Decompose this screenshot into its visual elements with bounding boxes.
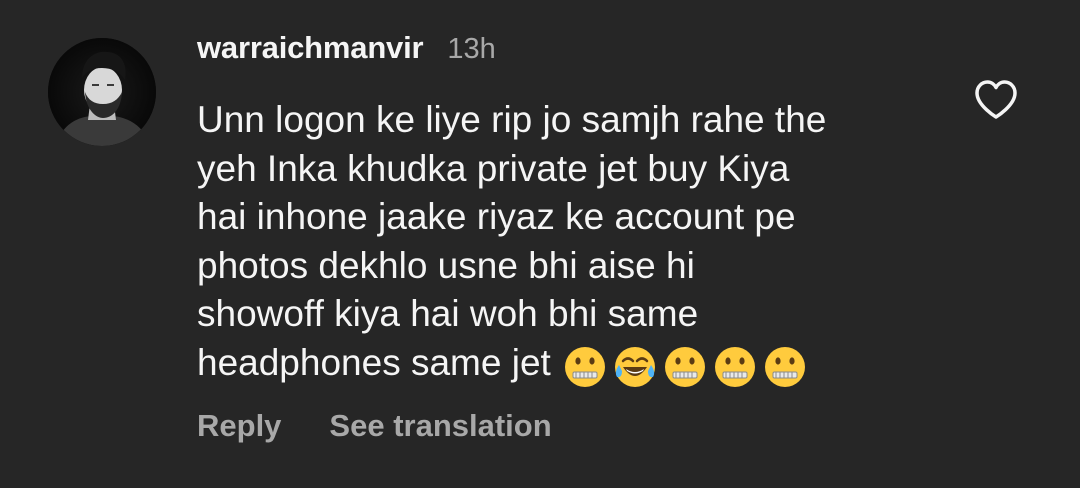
comment-item: warraichmanvir 13h Unn logon ke liye rip… [0,0,1080,488]
username[interactable]: warraichmanvir [197,30,424,66]
zipper-mouth-face-icon [763,345,807,389]
zipper-mouth-face-icon [713,345,757,389]
comment-line-last: headphones same jet [197,339,937,394]
profile-photo-icon [48,38,156,146]
comment-line-text: headphones same jet [197,341,551,383]
tears-of-joy-face-icon [613,345,657,389]
comment-line: Unn logon ke liye rip jo samjh rahe the [197,99,827,140]
see-translation-button[interactable]: See translation [329,408,551,444]
comment-actions: Reply See translation [197,408,552,444]
comment-line: photos dekhlo usne bhi aise hi [197,244,695,286]
comment-line: hai inhone jaake riyaz ke account pe [197,196,796,237]
comment-line: yeh Inka khudka private jet buy Kiya [197,147,790,189]
zipper-mouth-face-icon [563,345,607,389]
comment-text: Unn logon ke liye rip jo samjh rahe the … [197,96,937,393]
heart-outline-icon[interactable] [972,76,1020,124]
timestamp: 13h [447,33,496,65]
avatar[interactable] [48,38,156,146]
comment-line: showoff kiya hai woh bhi same [197,293,699,334]
zipper-mouth-face-icon [663,345,707,389]
comment-header: warraichmanvir 13h [197,30,496,78]
reply-button[interactable]: Reply [197,408,281,444]
emoji-row [563,345,813,394]
